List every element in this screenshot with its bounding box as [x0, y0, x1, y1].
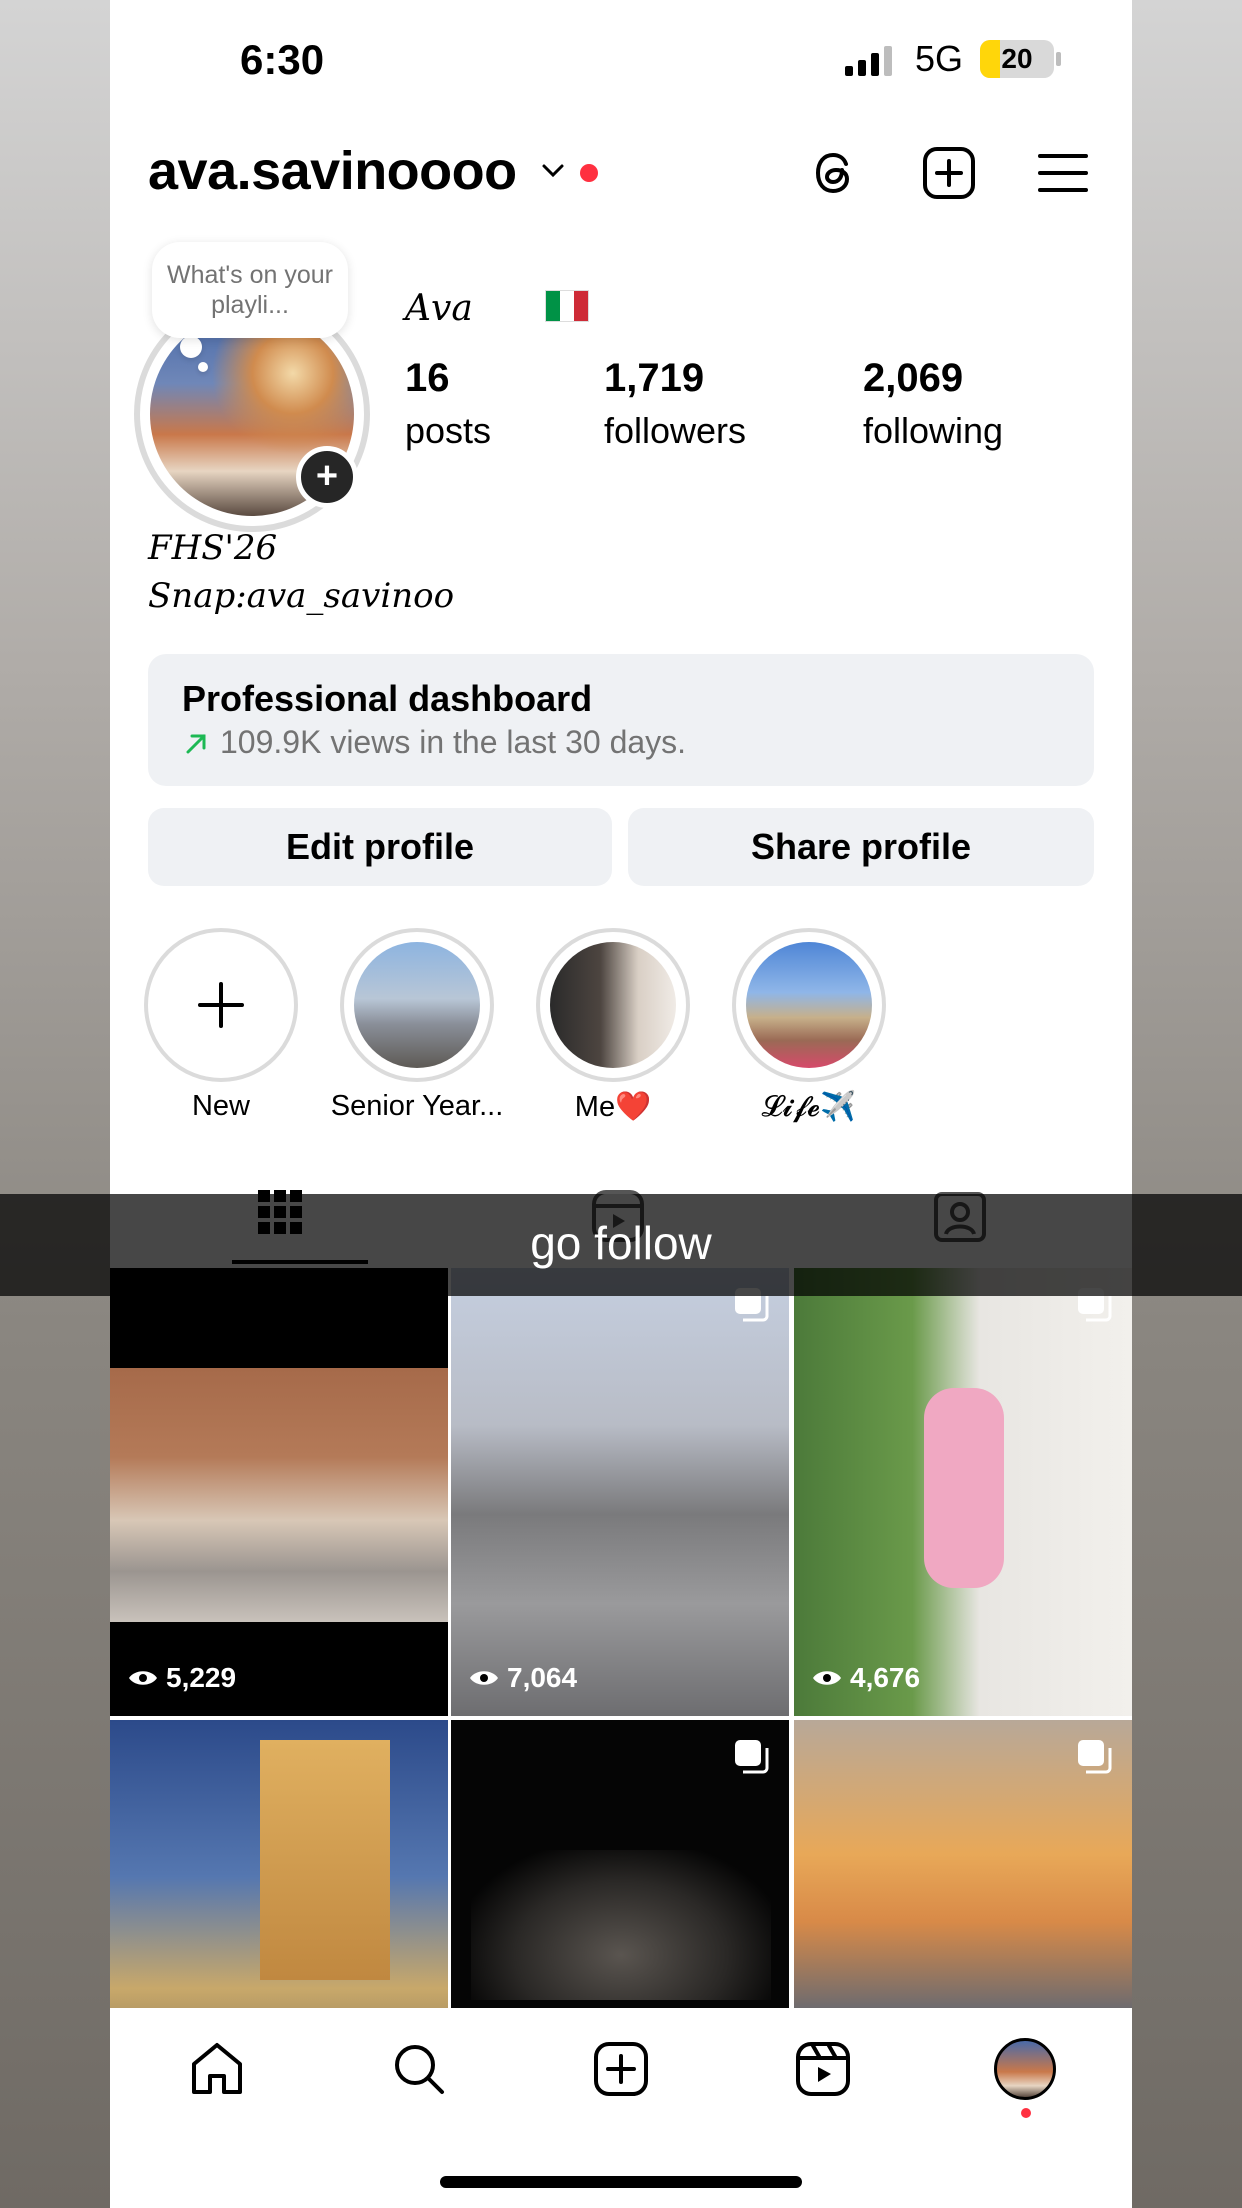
create-icon[interactable]: [922, 146, 976, 200]
notification-dot: [1021, 2108, 1031, 2118]
share-profile-button[interactable]: Share profile: [628, 808, 1094, 886]
menu-icon[interactable]: [1036, 146, 1090, 200]
followers-count[interactable]: 1,719: [604, 356, 704, 401]
notification-dot: [580, 164, 598, 182]
following-count[interactable]: 2,069: [863, 356, 963, 401]
highlight-label: New: [191, 1090, 250, 1122]
view-count-value: 4,676: [850, 1662, 921, 1693]
view-count: 4,676: [812, 1662, 920, 1694]
post-thumbnail[interactable]: 4,676: [794, 1268, 1132, 1716]
following-label[interactable]: following: [863, 410, 1003, 452]
post-image: [924, 1388, 1004, 1588]
battery-icon: 20: [980, 40, 1062, 78]
battery-level: 20: [1001, 43, 1033, 74]
home-icon[interactable]: [188, 2040, 246, 2098]
followers-label[interactable]: followers: [604, 410, 746, 452]
highlight-cover: [550, 942, 676, 1068]
carousel-icon: [1078, 1740, 1112, 1774]
posts-label[interactable]: posts: [405, 410, 491, 452]
post-image: [471, 1850, 771, 2000]
plus-icon: [198, 982, 244, 1028]
edit-profile-button[interactable]: Edit profile: [148, 808, 612, 886]
network-label: 5G: [915, 38, 964, 79]
profile-avatar[interactable]: [994, 2038, 1056, 2100]
note-bubble-tail: [198, 362, 208, 372]
view-count-value: 5,229: [166, 1662, 237, 1693]
create-icon[interactable]: [592, 2040, 650, 2098]
phone-screen: 6:30 5G 20 ava.savinoooo + What's on you…: [110, 0, 1132, 2208]
highlight-label: 𝓛𝓲𝓯𝓮✈️: [761, 1091, 857, 1123]
trend-up-arrow-icon: [186, 734, 206, 754]
highlight-cover: [354, 942, 480, 1068]
post-thumbnail[interactable]: 7,064: [451, 1268, 789, 1716]
threads-icon[interactable]: [808, 146, 862, 200]
bio-line: FHS'26: [148, 528, 278, 568]
post-thumbnail[interactable]: 5,229: [110, 1268, 448, 1716]
bio-line: Snap:ava_savinoo: [148, 576, 455, 616]
view-count: 7,064: [469, 1662, 577, 1694]
italy-flag-icon: [545, 290, 589, 322]
professional-dashboard-card[interactable]: [148, 654, 1094, 786]
signal-icon: [845, 46, 892, 76]
eye-icon: [470, 1671, 498, 1685]
chevron-down-icon[interactable]: [540, 158, 566, 184]
note-bubble-tail: [180, 336, 202, 358]
carousel-icon: [735, 1740, 769, 1774]
eye-icon: [813, 1671, 841, 1685]
highlight-label: Me❤️: [574, 1091, 652, 1123]
reels-icon[interactable]: [794, 2040, 852, 2098]
eye-icon: [129, 1671, 157, 1685]
home-indicator: [440, 2176, 802, 2188]
note-bubble[interactable]: What's on your playli...: [152, 242, 348, 338]
highlight-label: Senior Year...: [330, 1090, 504, 1122]
add-story-button[interactable]: +: [296, 446, 358, 508]
highlight-cover: [746, 942, 872, 1068]
posts-count[interactable]: 16: [405, 356, 450, 401]
dashboard-subtitle: 109.9K views in the last 30 days.: [220, 724, 687, 760]
status-time: 6:30: [240, 36, 325, 83]
profile-full-name: 𝐴𝑣𝑎: [405, 288, 473, 329]
search-icon[interactable]: [390, 2040, 448, 2098]
account-username[interactable]: ava.savinoooo: [148, 140, 517, 202]
caption-text: go follow: [530, 1217, 712, 1269]
view-count: 5,229: [128, 1662, 236, 1694]
dashboard-title: Professional dashboard: [182, 678, 593, 719]
post-image: [110, 1368, 448, 1622]
view-count-value: 7,064: [507, 1662, 578, 1693]
post-image: [260, 1740, 390, 1980]
highlight-new[interactable]: [144, 928, 298, 1082]
